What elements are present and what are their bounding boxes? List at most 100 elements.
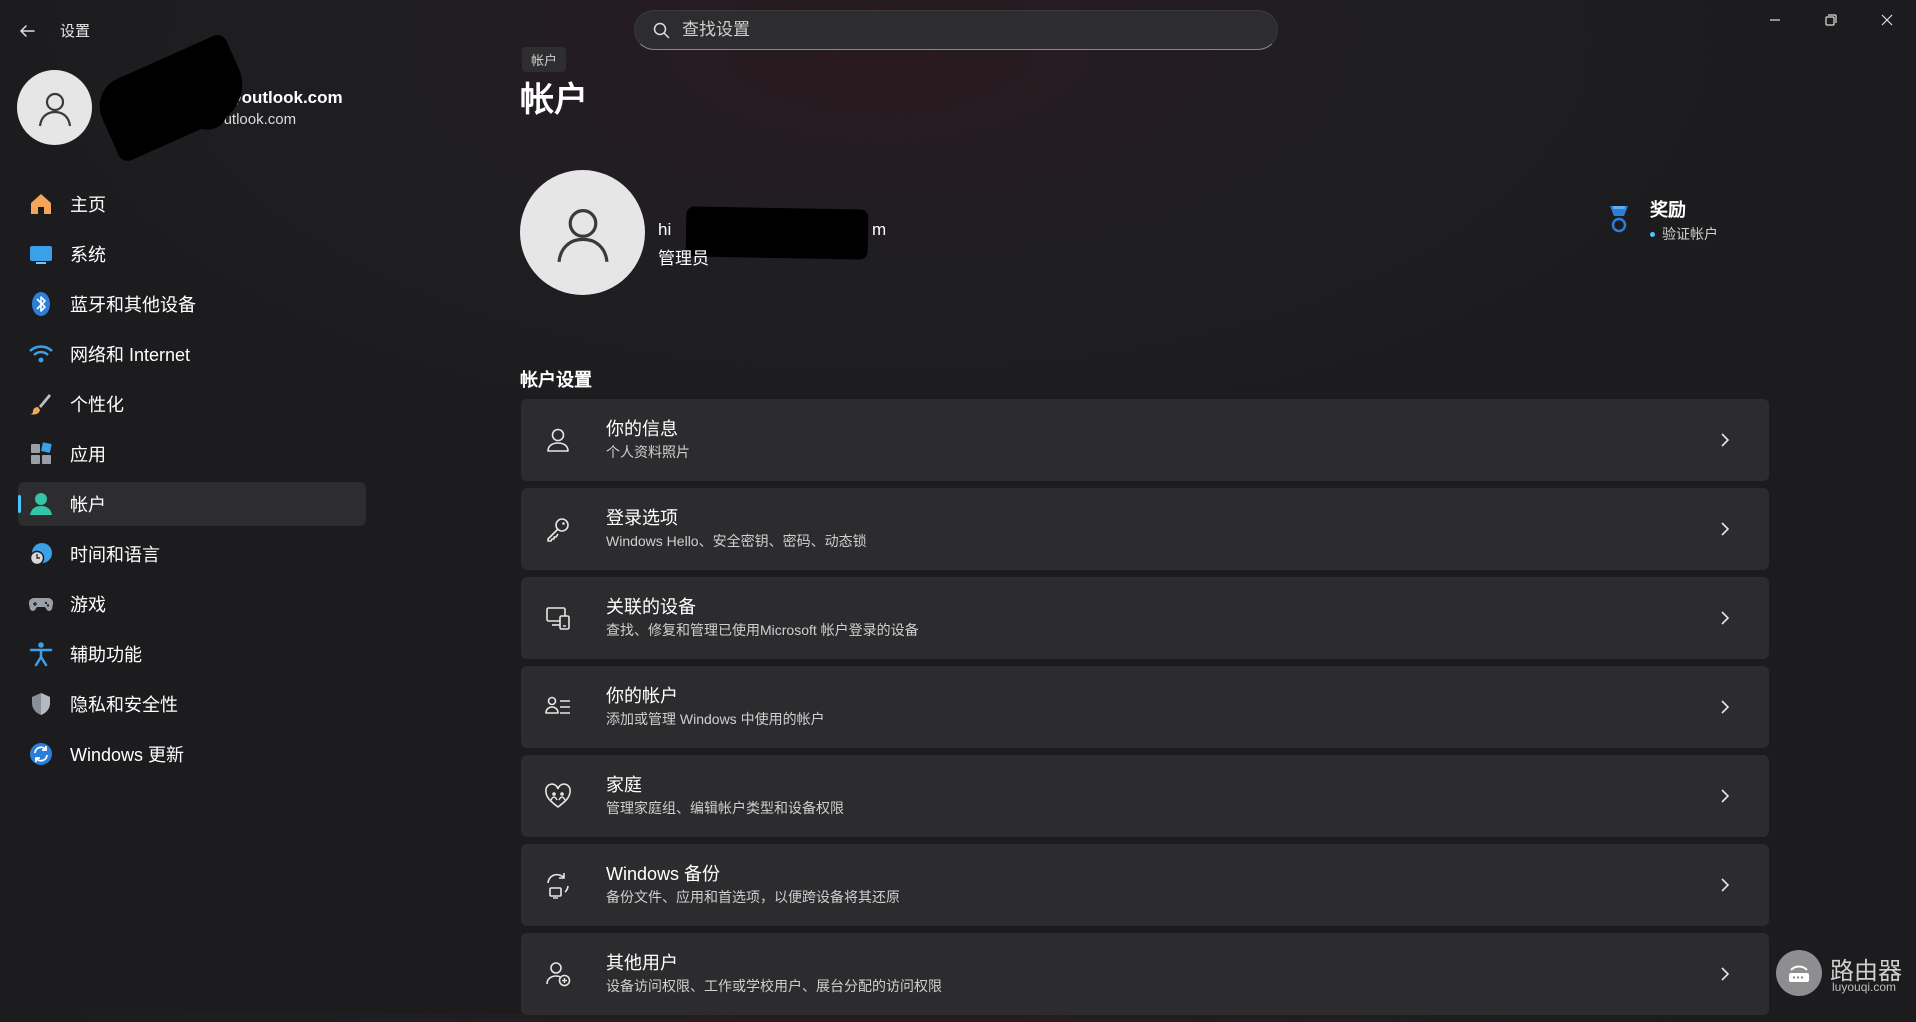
sidebar-email-primary: @outlook.com bbox=[225, 88, 343, 107]
devices-icon bbox=[543, 603, 573, 633]
sidebar-avatar[interactable] bbox=[17, 70, 92, 145]
person-icon bbox=[543, 425, 573, 455]
gamepad-icon bbox=[28, 591, 54, 617]
medal-icon bbox=[1604, 204, 1634, 234]
account-email-end: m bbox=[872, 220, 887, 239]
chevron-right-icon bbox=[1721, 700, 1730, 714]
rewards-subtitle: 验证帐户 bbox=[1662, 226, 1718, 242]
router-logo-icon bbox=[1776, 950, 1822, 996]
account-avatar[interactable] bbox=[520, 170, 645, 295]
sidebar-item-accessibility[interactable]: 辅助功能 bbox=[18, 632, 366, 676]
breadcrumb[interactable]: 帐户 bbox=[522, 47, 567, 72]
sidebar-item-label: 时间和语言 bbox=[70, 545, 160, 565]
card-windows-backup[interactable]: Windows 备份备份文件、应用和首选项，以便跨设备将其还原 bbox=[521, 844, 1769, 926]
rewards-title[interactable]: 奖励 bbox=[1650, 196, 1686, 222]
minimize-button[interactable] bbox=[1752, 8, 1798, 32]
sidebar-item-windows-update[interactable]: Windows 更新 bbox=[18, 732, 366, 776]
card-subtitle: 备份文件、应用和首选项，以便跨设备将其还原 bbox=[606, 889, 900, 905]
card-sign-in-options[interactable]: 登录选项 Windows Hello、安全密钥、密码、动态锁 bbox=[521, 488, 1769, 570]
account-role: 管理员 bbox=[658, 249, 709, 268]
backup-icon bbox=[543, 870, 573, 900]
chevron-right-icon bbox=[1721, 522, 1730, 536]
sidebar-item-label: 应用 bbox=[70, 445, 106, 465]
restore-icon bbox=[1825, 14, 1837, 26]
close-icon bbox=[1881, 14, 1893, 26]
card-subtitle: 查找、修复和管理已使用Microsoft 帐户登录的设备 bbox=[606, 622, 919, 638]
card-subtitle: 个人资料照片 bbox=[606, 444, 690, 460]
card-title: 你的帐户 bbox=[606, 686, 678, 706]
chevron-right-icon bbox=[1721, 789, 1730, 803]
card-family[interactable]: 家庭 管理家庭组、编辑帐户类型和设备权限 bbox=[521, 755, 1769, 837]
accessibility-icon bbox=[28, 641, 54, 667]
card-other-users[interactable]: 其他用户设备访问权限、工作或学校用户、展台分配的访问权限 bbox=[521, 933, 1769, 1015]
sidebar-item-system[interactable]: 系统 bbox=[18, 232, 366, 276]
back-button[interactable] bbox=[14, 18, 40, 44]
sidebar-item-home[interactable]: 主页 bbox=[18, 182, 366, 226]
sidebar-item-network[interactable]: 网络和 Internet bbox=[18, 332, 366, 376]
card-subtitle: 添加或管理 Windows 中使用的帐户 bbox=[606, 711, 825, 727]
card-subtitle: 管理家庭组、编辑帐户类型和设备权限 bbox=[606, 800, 844, 816]
brush-icon bbox=[28, 391, 54, 417]
chevron-right-icon bbox=[1721, 967, 1730, 981]
sidebar-item-accounts[interactable]: 帐户 bbox=[18, 482, 366, 526]
sidebar-item-label: 帐户 bbox=[70, 495, 106, 515]
wifi-icon bbox=[28, 341, 54, 367]
user-icon bbox=[28, 491, 54, 517]
sidebar-item-label: 网络和 Internet bbox=[70, 345, 191, 365]
card-title: 你的信息 bbox=[606, 419, 678, 439]
back-arrow-icon bbox=[20, 25, 35, 37]
account-settings-list: 你的信息个人资料照片 登录选项 Windows Hello、安全密钥、密码、动态锁… bbox=[521, 399, 1769, 1022]
sidebar-item-privacy[interactable]: 隐私和安全性 bbox=[18, 682, 366, 726]
key-icon bbox=[543, 514, 573, 544]
family-heart-icon bbox=[543, 781, 573, 811]
restore-button[interactable] bbox=[1808, 8, 1854, 32]
minimize-icon bbox=[1770, 19, 1780, 21]
card-subtitle: Windows Hello、安全密钥、密码、动态锁 bbox=[606, 533, 867, 549]
section-title: 帐户设置 bbox=[520, 370, 592, 390]
page-title: 帐户 bbox=[520, 81, 588, 119]
sidebar-item-bluetooth[interactable]: 蓝牙和其他设备 bbox=[18, 282, 366, 326]
sidebar-item-apps[interactable]: 应用 bbox=[18, 432, 366, 476]
redaction-mark bbox=[685, 206, 869, 260]
user-silhouette-icon bbox=[556, 208, 609, 262]
add-user-icon bbox=[543, 959, 573, 989]
sidebar-nav: 主页 系统 蓝牙和其他设备 网络和 Internet 个性化 应用 帐户 时间和… bbox=[18, 182, 366, 782]
search-input[interactable] bbox=[680, 19, 1244, 41]
card-your-accounts[interactable]: 你的帐户添加或管理 Windows 中使用的帐户 bbox=[521, 666, 1769, 748]
sidebar-item-gaming[interactable]: 游戏 bbox=[18, 582, 366, 626]
apps-icon bbox=[28, 441, 54, 467]
sidebar-item-label: 系统 bbox=[70, 245, 106, 265]
card-your-info[interactable]: 你的信息个人资料照片 bbox=[521, 399, 1769, 481]
sidebar-item-label: 个性化 bbox=[70, 395, 124, 415]
search-box[interactable] bbox=[634, 10, 1278, 50]
sidebar-item-label: 蓝牙和其他设备 bbox=[70, 295, 196, 315]
rewards-verify-link[interactable]: 验证帐户 bbox=[1650, 224, 1718, 244]
chevron-right-icon bbox=[1721, 433, 1730, 447]
bluetooth-icon bbox=[28, 291, 54, 317]
chevron-right-icon bbox=[1721, 878, 1730, 892]
card-title: 关联的设备 bbox=[606, 597, 696, 617]
sidebar-item-label: Windows 更新 bbox=[70, 745, 185, 765]
bullet-dot bbox=[1650, 231, 1655, 237]
sidebar-item-label: 主页 bbox=[70, 195, 106, 215]
search-icon bbox=[653, 22, 670, 38]
card-title: 登录选项 bbox=[606, 508, 678, 528]
update-icon bbox=[28, 741, 54, 767]
user-silhouette-icon bbox=[38, 92, 71, 126]
monitor-icon bbox=[28, 241, 54, 267]
chevron-right-icon bbox=[1721, 611, 1730, 625]
sidebar-item-label: 游戏 bbox=[70, 595, 106, 615]
watermark-url: luyouqi.com bbox=[1832, 980, 1897, 994]
close-button[interactable] bbox=[1864, 8, 1910, 32]
home-icon bbox=[28, 191, 54, 217]
card-subtitle: 设备访问权限、工作或学校用户、展台分配的访问权限 bbox=[606, 978, 942, 994]
shield-icon bbox=[28, 691, 54, 717]
sidebar-item-label: 隐私和安全性 bbox=[70, 695, 178, 715]
card-title: 其他用户 bbox=[606, 953, 678, 973]
sidebar-item-time-language[interactable]: 时间和语言 bbox=[18, 532, 366, 576]
card-title: Windows 备份 bbox=[606, 864, 721, 884]
app-title: 设置 bbox=[60, 23, 91, 40]
sidebar-item-personalization[interactable]: 个性化 bbox=[18, 382, 366, 426]
account-email-start: hi bbox=[658, 220, 672, 239]
card-linked-devices[interactable]: 关联的设备查找、修复和管理已使用Microsoft 帐户登录的设备 bbox=[521, 577, 1769, 659]
